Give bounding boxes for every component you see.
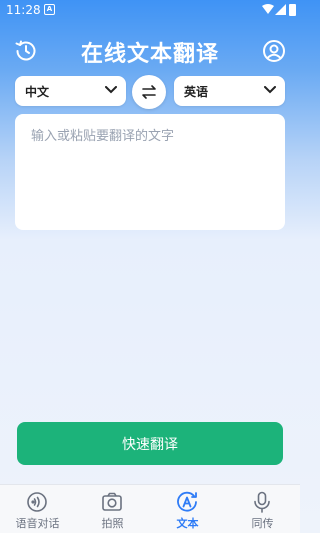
nav-label: 同传: [251, 517, 274, 530]
text-input-card: [15, 114, 285, 230]
nav-item-camera[interactable]: 拍照: [75, 485, 150, 533]
target-language-select[interactable]: 英语: [174, 76, 285, 106]
profile-icon[interactable]: [262, 39, 286, 63]
target-language-label: 英语: [184, 85, 209, 99]
microphone-icon: [254, 491, 270, 513]
swap-arrows-icon: [142, 85, 156, 99]
text-translate-icon: [177, 491, 197, 512]
bottom-nav: 语音对话 拍照 文本 同传: [0, 484, 300, 533]
nav-label: 拍照: [101, 517, 124, 530]
swap-languages-button[interactable]: [132, 75, 166, 109]
camera-icon: [102, 492, 122, 511]
chevron-down-icon: [105, 86, 117, 94]
chevron-down-icon: [264, 86, 276, 94]
wifi-icon: [262, 4, 274, 14]
page-title: 在线文本翻译: [80, 42, 219, 67]
app-header: 在线文本翻译: [0, 30, 300, 72]
nav-label: 语音对话: [15, 517, 60, 530]
nav-item-simultaneous[interactable]: 同传: [225, 485, 300, 533]
status-time: 11:28: [6, 3, 41, 17]
source-text-input[interactable]: [15, 114, 285, 230]
nav-label: 文本: [176, 517, 199, 530]
source-language-select[interactable]: 中文: [15, 76, 126, 106]
source-language-label: 中文: [25, 85, 50, 99]
battery-icon: [289, 4, 296, 16]
nav-item-voice-chat[interactable]: 语音对话: [0, 485, 75, 533]
voice-chat-icon: [27, 492, 47, 512]
language-selector-row: 中文 英语: [0, 75, 300, 109]
status-bar: 11:28 A: [0, 0, 300, 22]
signal-icon: [275, 4, 286, 15]
nav-item-text[interactable]: 文本: [150, 485, 225, 533]
quick-translate-button[interactable]: 快速翻译: [17, 422, 283, 465]
notification-icon: A: [44, 4, 55, 15]
